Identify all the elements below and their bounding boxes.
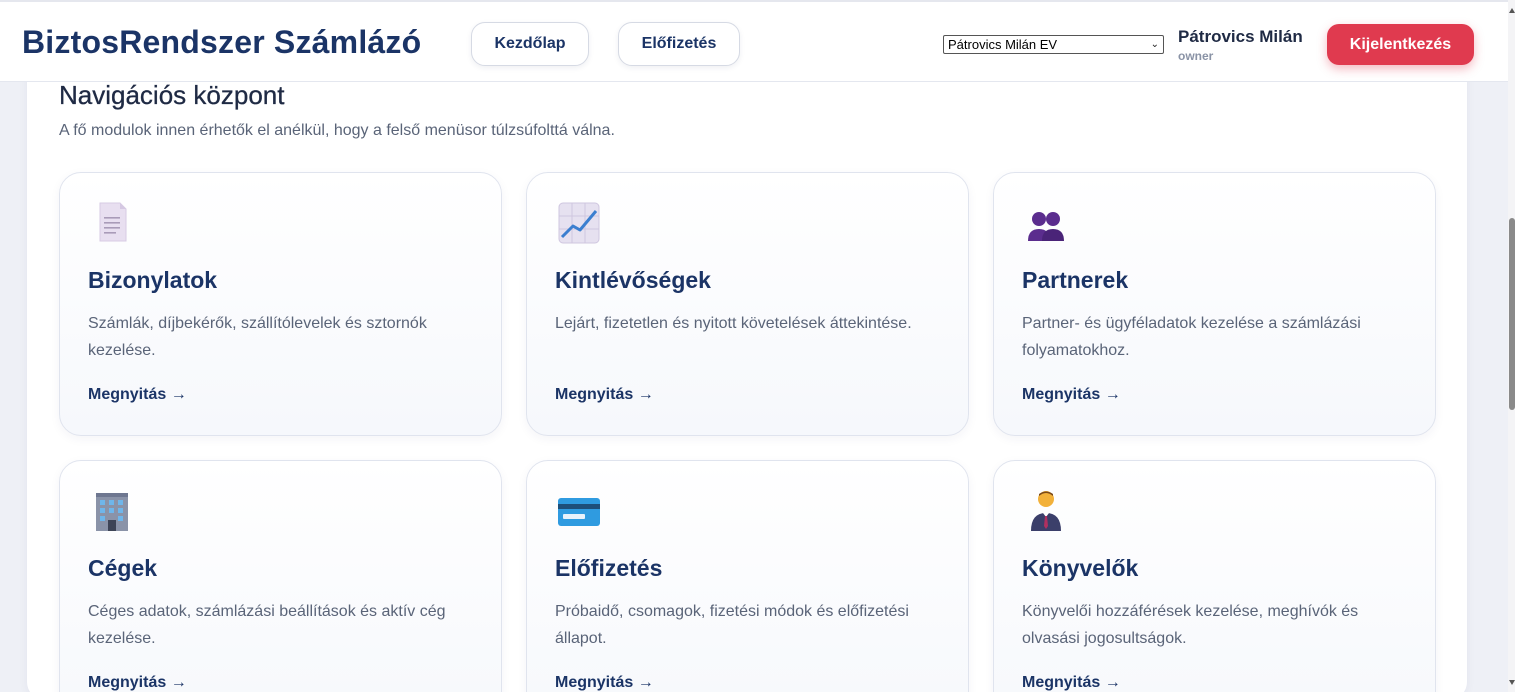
- brand-title[interactable]: BiztosRendszer Számlázó: [22, 24, 421, 61]
- card-description: Próbaidő, csomagok, fizetési módok és el…: [555, 603, 909, 647]
- card-open-link[interactable]: Megnyitás →: [88, 674, 187, 692]
- card-title: Könyvelők: [1022, 555, 1139, 581]
- document-icon: [99, 202, 127, 242]
- card-open-link[interactable]: Megnyitás →: [1022, 386, 1121, 404]
- chart-increasing-icon: [558, 202, 600, 244]
- card-title: Partnerek: [1022, 267, 1129, 293]
- company-select[interactable]: Pátrovics Milán EV ⌄: [943, 35, 1164, 54]
- card-description: Céges adatok, számlázási beállítások és …: [88, 603, 446, 647]
- card-open-link[interactable]: Megnyitás →: [555, 674, 654, 692]
- card-kintlevosegek[interactable]: Kintlévőségek Lejárt, fizetetlen és nyit…: [526, 172, 969, 436]
- card-open-link[interactable]: Megnyitás →: [88, 386, 187, 404]
- card-description: Könyvelői hozzáférések kezelése, meghívó…: [1022, 603, 1359, 647]
- card-bizonylatok[interactable]: Bizonylatok Számlák, díjbekérők, szállít…: [59, 172, 502, 436]
- company-select-value: Pátrovics Milán EV: [948, 37, 1058, 52]
- card-description: Partner- és ügyféladatok kezelése a szám…: [1022, 315, 1361, 359]
- section-subtitle: A fő modulok innen érhetők el anélkül, h…: [59, 122, 615, 139]
- card-title: Kintlévőségek: [555, 267, 711, 293]
- user-name: Pátrovics Milán: [1178, 27, 1303, 46]
- card-konyvelok[interactable]: Könyvelők Könyvelői hozzáférések kezelés…: [993, 460, 1436, 692]
- logout-button[interactable]: Kijelentkezés: [1327, 24, 1474, 65]
- card-cegek[interactable]: Cégek Céges adatok, számlázási beállítás…: [59, 460, 502, 692]
- credit-card-icon: [558, 498, 600, 526]
- section-title: Navigációs központ: [59, 80, 285, 110]
- card-title: Bizonylatok: [88, 267, 218, 293]
- chevron-down-icon: ⌄: [1150, 39, 1159, 50]
- scroll-down-arrow-icon[interactable]: [1509, 680, 1515, 685]
- scrollbar-thumb[interactable]: [1509, 218, 1515, 410]
- nav-home-button[interactable]: Kezdőlap: [471, 22, 589, 66]
- card-open-link[interactable]: Megnyitás →: [1022, 674, 1121, 692]
- scroll-up-arrow-icon[interactable]: [1509, 8, 1515, 13]
- card-description: Számlák, díjbekérők, szállítólevelek és …: [88, 315, 427, 359]
- card-title: Cégek: [88, 555, 158, 581]
- office-worker-icon: [1031, 491, 1061, 531]
- people-icon: [1028, 212, 1064, 241]
- office-building-icon: [96, 493, 128, 531]
- user-role: owner: [1178, 49, 1214, 63]
- top-header: BiztosRendszer Számlázó Kezdőlap Előfize…: [0, 0, 1508, 82]
- card-partnerek[interactable]: Partnerek Partner- és ügyféladatok kezel…: [993, 172, 1436, 436]
- card-title: Előfizetés: [555, 555, 663, 581]
- nav-subscription-button[interactable]: Előfizetés: [618, 22, 740, 66]
- card-open-link[interactable]: Megnyitás →: [555, 386, 654, 404]
- card-description: Lejárt, fizetetlen és nyitott követelése…: [555, 315, 912, 332]
- card-elofizetes[interactable]: Előfizetés Próbaidő, csomagok, fizetési …: [526, 460, 969, 692]
